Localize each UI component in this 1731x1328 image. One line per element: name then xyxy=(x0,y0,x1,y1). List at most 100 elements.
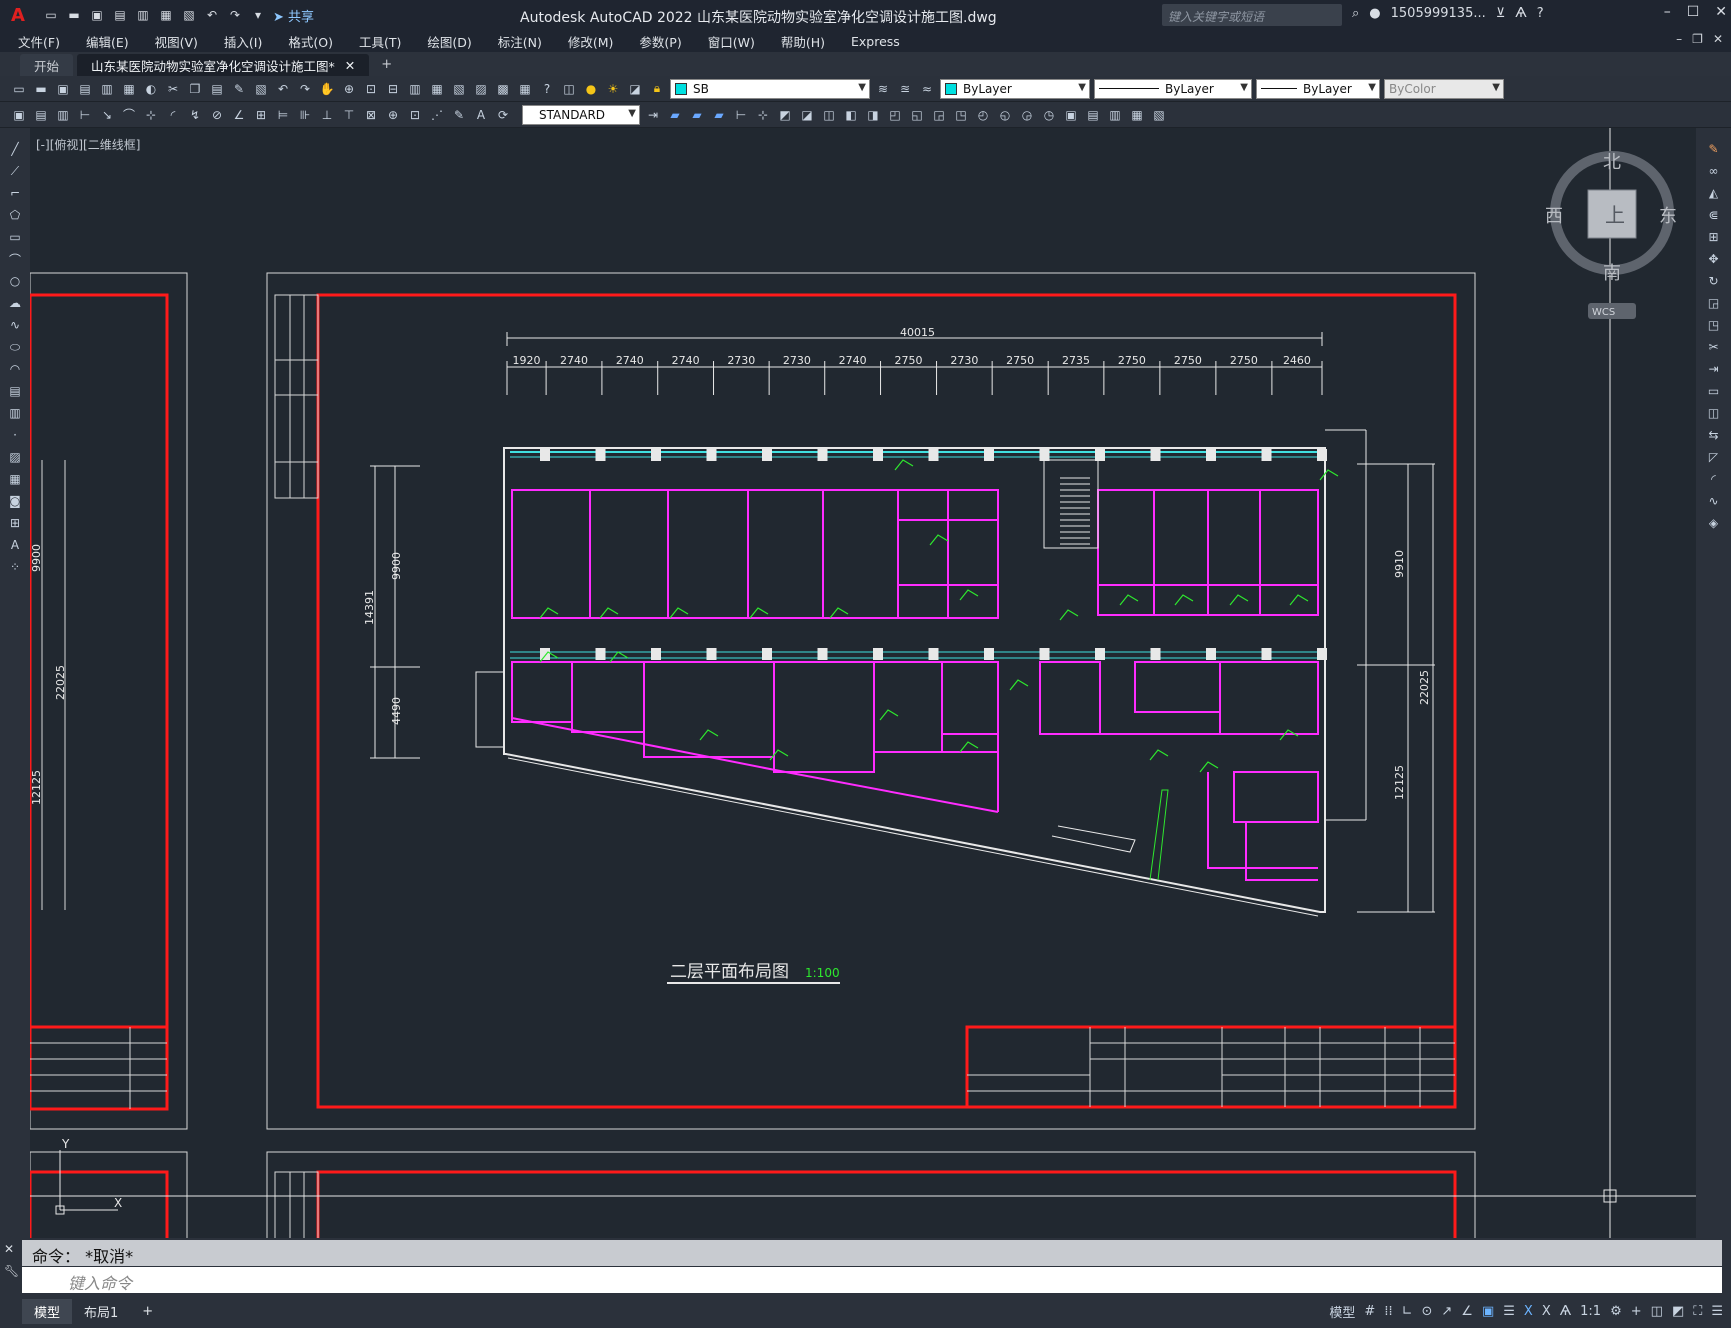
ucs-face-icon[interactable]: ◪ xyxy=(798,106,816,124)
design-center-icon[interactable]: ▦ xyxy=(428,80,446,98)
arc-length-icon[interactable]: ⌒ xyxy=(120,106,138,124)
inspect-icon[interactable]: ⊡ xyxy=(406,106,424,124)
plot-icon[interactable]: ▧ xyxy=(180,6,198,24)
layer-freeze-icon[interactable]: ☀ xyxy=(604,80,622,98)
baseline-dim-icon[interactable]: ⊨ xyxy=(274,106,292,124)
continue-dim-icon[interactable]: ⊪ xyxy=(296,106,314,124)
close-tab-icon[interactable]: ✕ xyxy=(345,58,355,73)
break-at-point-icon[interactable]: ▭ xyxy=(1705,382,1723,400)
menu-format[interactable]: 格式(O) xyxy=(288,32,333,51)
tool-palettes-icon[interactable]: ▧ xyxy=(450,80,468,98)
layer-lock-icon[interactable]: 🔒︎ xyxy=(648,80,666,98)
insert-block-icon[interactable]: ▤ xyxy=(6,382,24,400)
layer-select[interactable]: SB ▼ xyxy=(670,78,870,99)
customize-status-icon[interactable]: ☰ xyxy=(1711,1304,1723,1319)
rectangle-icon[interactable]: ▭ xyxy=(6,228,24,246)
ucs-previous-icon[interactable]: ◩ xyxy=(776,106,794,124)
redo-icon[interactable]: ↷ xyxy=(226,6,244,24)
tab-drawing[interactable]: 山东某医院动物实验室净化空调设计施工图* ✕ xyxy=(77,54,370,76)
pan-icon[interactable]: ✋ xyxy=(318,80,336,98)
blend-curves-icon[interactable]: ∿ xyxy=(1705,492,1723,510)
solid-cylinder-icon[interactable]: ▰ xyxy=(688,106,706,124)
menu-tools[interactable]: 工具(T) xyxy=(359,32,401,51)
ucs-view-icon[interactable]: ◧ xyxy=(842,106,860,124)
menu-express[interactable]: Express xyxy=(851,34,900,49)
table-icon[interactable]: ⊞ xyxy=(6,514,24,532)
layer-walk-icon[interactable]: ▥ xyxy=(54,106,72,124)
markup-icon[interactable]: ▩ xyxy=(494,80,512,98)
tab-start[interactable]: 开始 xyxy=(20,54,74,76)
mirror-icon[interactable]: ◭ xyxy=(1705,184,1723,202)
workspace-icon[interactable]: ▣ xyxy=(10,106,28,124)
search-icon[interactable]: ⌕ xyxy=(1352,6,1359,21)
ortho-icon[interactable]: ∟ xyxy=(1402,1304,1413,1319)
polyline-icon[interactable]: ⌐ xyxy=(6,184,24,202)
zoom-realtime-icon[interactable]: ⊕ xyxy=(340,80,358,98)
doc-restore-button[interactable]: ❐ xyxy=(1692,32,1703,46)
trim-icon[interactable]: ✂ xyxy=(1705,338,1723,356)
doc-minimize-button[interactable]: – xyxy=(1676,32,1682,46)
viewcube-top-label[interactable]: 上 xyxy=(1605,203,1625,227)
sheet-set-icon[interactable]: ▨ xyxy=(472,80,490,98)
offset-icon[interactable]: ⋐ xyxy=(1705,206,1723,224)
gradient-icon[interactable]: ▦ xyxy=(6,470,24,488)
tab-model[interactable]: 模型 xyxy=(22,1298,73,1324)
close-button[interactable]: ✕ xyxy=(1715,4,1727,20)
cart-icon[interactable]: ⊻ xyxy=(1496,6,1506,21)
transparency-icon[interactable]: ▣ xyxy=(1482,1304,1494,1319)
dim-edit-icon[interactable]: ✎ xyxy=(450,106,468,124)
customize-qat-icon[interactable]: ▾ xyxy=(249,6,267,24)
fly-icon[interactable]: ▦ xyxy=(1128,106,1146,124)
ucs-object-icon[interactable]: ◫ xyxy=(820,106,838,124)
fillet-icon[interactable]: ◜ xyxy=(1705,470,1723,488)
customize-icon[interactable]: 🔧︎ xyxy=(4,1264,19,1278)
erase-icon[interactable]: ✎ xyxy=(1705,140,1723,158)
help-icon[interactable]: ? xyxy=(1537,6,1544,21)
maximize-button[interactable]: ☐ xyxy=(1687,4,1700,20)
menu-draw[interactable]: 绘图(D) xyxy=(427,32,471,51)
compass-west[interactable]: 西 xyxy=(1545,206,1563,227)
annotation-scale-icon[interactable]: Ѧ xyxy=(1560,1304,1571,1319)
menu-dimension[interactable]: 标注(N) xyxy=(498,32,542,51)
zoom-previous-icon[interactable]: ⊟ xyxy=(384,80,402,98)
quick-dim-icon[interactable]: ⊞ xyxy=(252,106,270,124)
layer-properties-icon[interactable]: ◫ xyxy=(560,80,578,98)
ucs-apply-icon[interactable]: ◵ xyxy=(996,106,1014,124)
search-input[interactable]: 键入关键字或短语 xyxy=(1162,4,1342,26)
solid-box-icon[interactable]: ▰ xyxy=(666,106,684,124)
zoom-window-icon[interactable]: ⊡ xyxy=(362,80,380,98)
copy-icon[interactable]: ❐ xyxy=(186,80,204,98)
menu-edit[interactable]: 编辑(E) xyxy=(86,32,129,51)
ellipse-arc-icon[interactable]: ◠ xyxy=(6,360,24,378)
center-mark-icon[interactable]: ⊕ xyxy=(384,106,402,124)
ucs-x-icon[interactable]: ◲ xyxy=(930,106,948,124)
construction-line-icon[interactable]: ⟋ xyxy=(6,162,24,180)
plot-icon[interactable]: ▤ xyxy=(76,80,94,98)
linetype-select[interactable]: ByLayer ▼ xyxy=(1094,78,1252,99)
open-file-icon[interactable]: ▬ xyxy=(65,6,83,24)
linear-dim-icon[interactable]: ⊢ xyxy=(76,106,94,124)
menu-view[interactable]: 视图(V) xyxy=(155,32,198,51)
color-select[interactable]: ByLayer ▼ xyxy=(940,78,1090,99)
viewport-controls-label[interactable]: [-][俯视][二维线框] xyxy=(36,136,140,153)
solid-cone-icon[interactable]: ▰ xyxy=(710,106,728,124)
ucs-y-icon[interactable]: ◳ xyxy=(952,106,970,124)
menu-modify[interactable]: 修改(M) xyxy=(568,32,614,51)
drawing-canvas[interactable]: [-][俯视][二维线框] 9900 22025 12125 Y X 40015… xyxy=(30,128,1696,1238)
new-tab-button[interactable]: + xyxy=(373,57,400,76)
new-file-icon[interactable]: ▭ xyxy=(42,6,60,24)
polygon-icon[interactable]: ⬠ xyxy=(6,206,24,224)
copy-object-icon[interactable]: ∞ xyxy=(1705,162,1723,180)
make-block-icon[interactable]: ▥ xyxy=(6,404,24,422)
viewcube[interactable]: 上 北 南 东 西 WCS xyxy=(1545,151,1677,319)
help-icon[interactable]: ? xyxy=(538,80,556,98)
ellipse-icon[interactable]: ⬭ xyxy=(6,338,24,356)
dim-space-icon[interactable]: ⊥ xyxy=(318,106,336,124)
line-icon[interactable]: ╱ xyxy=(6,140,24,158)
ucs-world-icon[interactable]: ⊹ xyxy=(754,106,772,124)
add-layout-icon[interactable]: + xyxy=(130,1301,165,1322)
auto-scale-icon[interactable]: Ⅹ xyxy=(1542,1304,1551,1319)
named-views-icon[interactable]: ▣ xyxy=(1062,106,1080,124)
dimstyle-select[interactable]: STANDARD ▼ xyxy=(522,104,640,125)
plus-icon[interactable]: + xyxy=(1631,1304,1642,1319)
